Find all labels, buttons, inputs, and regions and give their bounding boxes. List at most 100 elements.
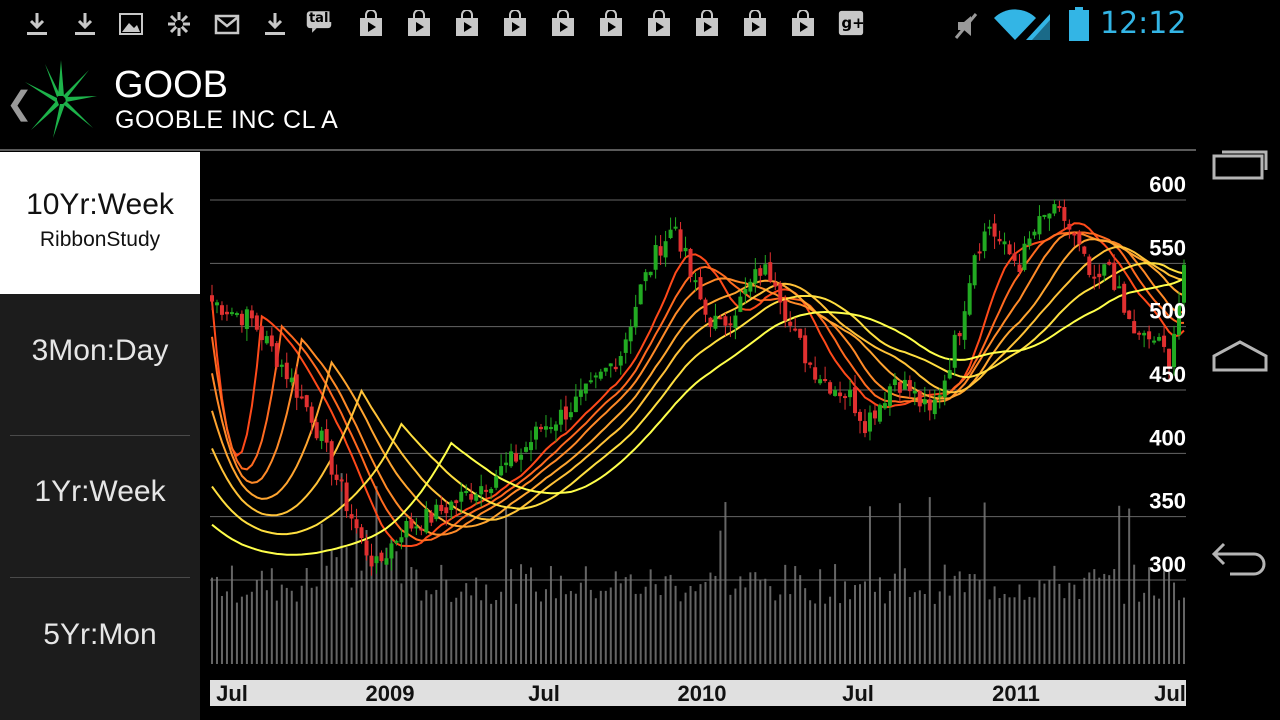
volume-bar <box>495 600 498 664</box>
volume-bar <box>709 572 712 664</box>
candle-body <box>534 426 538 440</box>
candle-body <box>1032 231 1037 236</box>
candle-body <box>693 280 698 283</box>
price-chart[interactable]: 600 550 500 450 400 350 300 Jul 2009 Jul 2010 Jul 2… <box>200 152 1196 720</box>
candle-body <box>1152 340 1157 343</box>
home-button[interactable] <box>1210 334 1270 378</box>
battery-icon <box>1068 6 1090 42</box>
volume-bar <box>659 595 662 664</box>
candle-body <box>289 377 294 383</box>
gplus-label: g+ <box>841 14 865 32</box>
pinwheel-icon <box>166 10 192 38</box>
volume-bar <box>759 580 762 664</box>
candle-body <box>643 272 648 282</box>
timeframe-5yr-mon[interactable]: 5Yr:Mon <box>0 578 200 720</box>
candle-body <box>987 226 992 229</box>
volume-bar <box>958 571 961 664</box>
candle-body <box>1097 273 1102 278</box>
volume-bar <box>689 585 692 664</box>
candle-body <box>967 283 972 315</box>
candle-body <box>264 336 269 344</box>
chart-canvas[interactable]: 600 550 500 450 400 350 300 Jul 2009 Jul 2010 Jul 2… <box>200 152 1196 720</box>
volume-bar <box>300 585 303 664</box>
volume-bar <box>849 599 852 664</box>
volume-bar <box>285 587 288 664</box>
x-tick-label: Jul <box>1154 681 1186 706</box>
candle-body <box>673 226 678 229</box>
candle-body <box>459 491 464 502</box>
candle-body <box>613 366 618 370</box>
candle-body <box>638 284 643 305</box>
app-logo[interactable] <box>24 58 98 140</box>
candle-body <box>509 451 514 467</box>
candle-body <box>254 315 259 330</box>
volume-bar <box>265 590 268 664</box>
candle-body <box>489 488 494 494</box>
candle-body <box>419 528 424 531</box>
candle-body <box>683 247 688 252</box>
y-tick-label: 550 <box>1149 235 1186 260</box>
candle-body <box>429 512 434 523</box>
volume-bar <box>928 497 931 664</box>
download-icon <box>72 10 98 38</box>
timeframe-1yr-week[interactable]: 1Yr:Week <box>0 436 200 578</box>
candle-body <box>553 424 558 431</box>
candle-body <box>828 382 833 394</box>
volume-bar <box>868 506 871 664</box>
candle-body <box>783 300 788 321</box>
x-tick-label: 2011 <box>992 681 1040 706</box>
candle-body <box>723 316 728 326</box>
ribbon-line <box>211 231 1185 536</box>
candle-body <box>1042 214 1047 217</box>
candle-body <box>369 555 374 567</box>
candle-body <box>1142 332 1147 336</box>
volume-bar <box>1073 584 1076 664</box>
candle-body <box>324 429 329 443</box>
x-tick-label: 2009 <box>366 681 415 706</box>
candle-body <box>972 255 977 286</box>
candle-body <box>718 317 723 320</box>
volume-bar <box>584 566 587 664</box>
volume-bar <box>350 587 353 664</box>
candle-body <box>588 380 593 383</box>
candle-body <box>633 306 638 328</box>
volume-bar <box>280 584 283 664</box>
volume-bar <box>240 596 243 664</box>
candle-body <box>1117 286 1122 289</box>
candle-body <box>897 382 902 393</box>
candle-body <box>269 335 274 347</box>
candle-body <box>803 335 808 364</box>
timeframe-3mon-day[interactable]: 3Mon:Day <box>0 294 200 436</box>
volume-bar <box>744 587 747 664</box>
timeframe-10yr-week[interactable]: 10Yr:Week RibbonStudy <box>0 152 200 294</box>
volume-bar <box>425 590 428 664</box>
volume-bar <box>549 566 552 664</box>
candle-body <box>768 262 773 282</box>
volume-bar <box>460 591 463 664</box>
header-divider <box>0 149 1196 151</box>
candle-body <box>514 453 519 462</box>
volume-bar <box>290 590 293 664</box>
candle-body <box>623 339 628 353</box>
recent-apps-button[interactable] <box>1210 142 1270 186</box>
candle-body <box>474 494 479 501</box>
candle-body <box>813 367 818 380</box>
back-button[interactable] <box>1210 534 1270 578</box>
volume-bar <box>211 577 213 664</box>
volume-bar <box>1103 573 1106 664</box>
volume-bar <box>530 567 533 664</box>
candle-body <box>499 466 504 476</box>
company-name: GOOBLE INC CL A <box>115 106 339 134</box>
candle-body <box>1007 244 1012 255</box>
candle-body <box>409 518 414 529</box>
volume-bar <box>1123 603 1126 664</box>
volume-bar <box>1043 583 1046 664</box>
volume-bar <box>1048 579 1051 664</box>
volume-bar <box>500 591 503 664</box>
play-store-icon <box>790 9 816 38</box>
volume-bar <box>1023 599 1026 664</box>
volume-bar <box>704 582 707 664</box>
play-store-icon <box>454 9 480 38</box>
volume-bar <box>963 592 966 664</box>
candle-body <box>379 552 384 561</box>
